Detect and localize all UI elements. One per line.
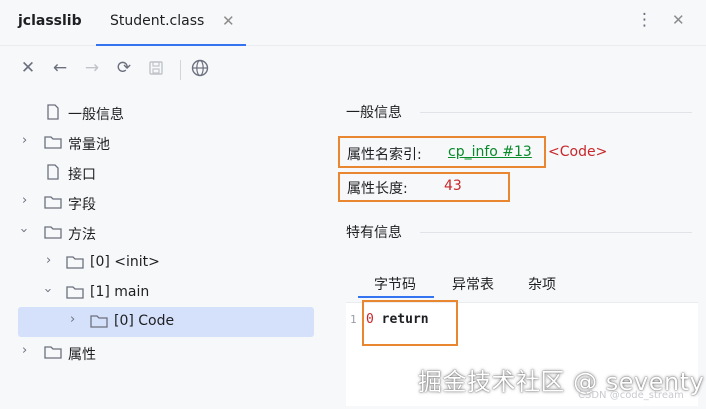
active-tab-indicator: [358, 296, 434, 298]
chevron-down-icon[interactable]: ›: [16, 228, 31, 233]
tree-item-label: [1] main: [90, 284, 150, 300]
chevron-down-icon[interactable]: ›: [40, 288, 55, 293]
file-icon: [47, 104, 59, 120]
save-icon[interactable]: [144, 56, 168, 80]
tree-item-interfaces[interactable]: 接口: [18, 158, 314, 188]
chevron-right-icon[interactable]: ›: [22, 133, 27, 148]
tree-item-label: [0] Code: [114, 313, 175, 329]
tree-item-label: [0] <init>: [90, 254, 160, 270]
folder-icon: [44, 226, 62, 239]
tab-bar: jclasslib Student.class ✕ ⋮ ✕: [0, 0, 706, 46]
chevron-right-icon[interactable]: ›: [46, 253, 51, 268]
section-divider: [420, 232, 692, 233]
name-index-link[interactable]: cp_info #13: [448, 144, 532, 160]
back-icon[interactable]: ←: [48, 56, 72, 80]
specific-info-title: 特有信息: [346, 225, 402, 241]
more-options-icon[interactable]: ⋮: [636, 10, 653, 30]
folder-icon: [66, 286, 84, 299]
close-icon[interactable]: ✕: [16, 56, 40, 80]
folder-icon: [44, 346, 62, 359]
close-icon[interactable]: ✕: [222, 12, 235, 30]
tree-item-general-info[interactable]: 一般信息: [18, 98, 314, 128]
chevron-right-icon[interactable]: ›: [70, 312, 75, 327]
highlight-box: [362, 300, 458, 346]
tree-item-method-init[interactable]: › [0] <init>: [18, 248, 314, 278]
toolbar-separator: [180, 60, 181, 80]
toolbar: ✕ ← → ⟳: [0, 52, 706, 86]
tree-item-label: 属性: [68, 347, 96, 363]
chevron-right-icon[interactable]: ›: [22, 193, 27, 208]
chevron-right-icon[interactable]: ›: [22, 343, 27, 358]
tool-window-title: jclasslib: [18, 13, 82, 29]
forward-icon[interactable]: →: [80, 56, 104, 80]
tree-item-fields[interactable]: › 字段: [18, 188, 314, 218]
tree-item-method-main[interactable]: › [1] main: [18, 278, 314, 308]
length-value: 43: [444, 178, 462, 194]
file-icon: [47, 164, 59, 180]
tree-item-label: 方法: [68, 227, 96, 243]
length-label: 属性长度:: [347, 181, 408, 197]
line-number: 1: [350, 313, 357, 326]
tab-label: Student.class: [110, 13, 205, 29]
general-info-title: 一般信息: [346, 105, 402, 121]
tree-item-label: 字段: [68, 197, 96, 213]
tab-student-class[interactable]: Student.class ✕: [96, 0, 246, 46]
tab-bytecode[interactable]: 字节码: [374, 274, 416, 294]
csdn-watermark: CSDN @code_stream: [578, 390, 684, 401]
folder-icon: [90, 315, 108, 328]
folder-icon: [44, 196, 62, 209]
refresh-icon[interactable]: ⟳: [112, 56, 136, 80]
name-index-comment: <Code>: [548, 144, 608, 160]
folder-icon: [66, 256, 84, 269]
tree-item-attributes[interactable]: › 属性: [18, 338, 314, 368]
tree-item-methods[interactable]: › 方法: [16, 218, 314, 248]
tree-item-label: 一般信息: [68, 107, 124, 123]
tree-item-label: 接口: [68, 167, 96, 183]
name-index-label: 属性名索引:: [347, 147, 422, 163]
folder-icon: [44, 136, 62, 149]
structure-tree: 一般信息 › 常量池 接口 › 字段 › 方法 › [0] <init> › […: [0, 96, 330, 376]
tree-item-label: 常量池: [68, 137, 110, 153]
tree-item-code[interactable]: › [0] Code: [18, 307, 314, 337]
tab-exception-table[interactable]: 异常表: [452, 274, 494, 294]
browser-icon[interactable]: [188, 56, 212, 80]
section-divider: [420, 112, 692, 113]
hide-panel-icon[interactable]: ✕: [672, 11, 685, 29]
tab-misc[interactable]: 杂项: [528, 274, 556, 294]
tree-item-constant-pool[interactable]: › 常量池: [18, 128, 314, 158]
detail-panel: 一般信息 属性名索引: cp_info #13 <Code> 属性长度: 43 …: [336, 96, 698, 406]
